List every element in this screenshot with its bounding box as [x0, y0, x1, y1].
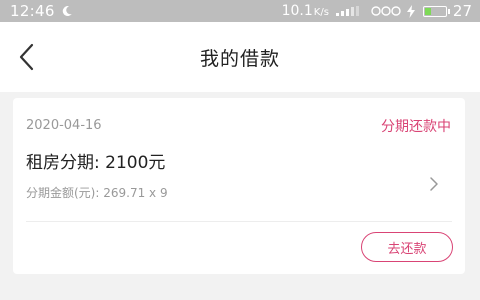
network-speed: 10.1K/s	[282, 3, 329, 19]
loan-date: 2020-04-16	[26, 118, 102, 133]
page-title: 我的借款	[199, 48, 280, 70]
loan-title: 租房分期: 2100元	[26, 153, 166, 173]
bluetooth-icon	[371, 6, 401, 16]
repay-button[interactable]: 去还款	[361, 232, 453, 262]
status-bar: 12:46 10.1K/s 27	[0, 0, 480, 22]
status-time: 12:46	[10, 2, 55, 20]
status-bar-left: 12:46	[10, 2, 73, 20]
loan-status-badge: 分期还款中	[381, 119, 451, 135]
moon-icon	[62, 6, 72, 17]
network-speed-unit: K/s	[313, 7, 329, 18]
card-divider	[26, 221, 452, 222]
battery-level: 27	[452, 2, 472, 20]
network-speed-value: 10.1	[281, 3, 313, 19]
signal-icon	[335, 6, 359, 16]
loan-card[interactable]: 2020-04-16 分期还款中 租房分期: 2100元 分期金额(元): 26…	[13, 98, 465, 274]
charging-icon	[406, 4, 415, 18]
nav-bar: 我的借款	[0, 22, 480, 92]
loan-installment-detail: 分期金额(元): 269.71 x 9	[26, 186, 168, 200]
chevron-right-icon[interactable]	[429, 176, 439, 192]
battery-icon	[422, 5, 450, 17]
battery-fill	[424, 7, 431, 15]
status-bar-right: 10.1K/s 27	[282, 2, 472, 20]
